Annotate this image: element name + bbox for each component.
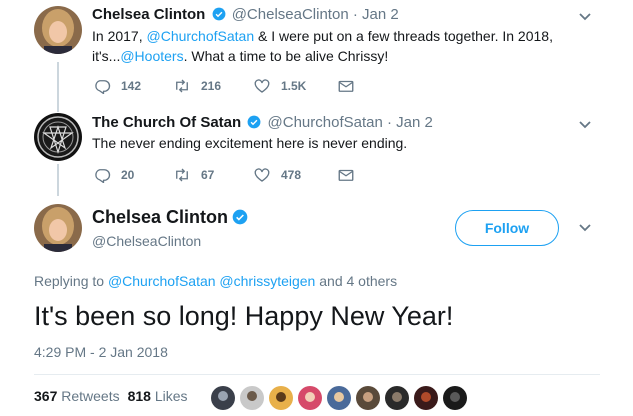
avatar[interactable] bbox=[34, 204, 82, 252]
likers-avatars bbox=[210, 385, 471, 411]
reply-button[interactable]: 142 bbox=[93, 78, 173, 94]
tweet-date[interactable]: Jan 2 bbox=[362, 6, 399, 23]
handle[interactable]: @ChelseaClinton bbox=[92, 233, 201, 249]
replying-mentions[interactable]: @ChurchofSatan @chrissyteigen bbox=[108, 273, 315, 289]
replying-to: Replying to @ChurchofSatan @chrissyteige… bbox=[34, 273, 397, 289]
liker-avatar[interactable] bbox=[384, 385, 410, 411]
like-button[interactable]: 478 bbox=[253, 167, 337, 183]
reply-icon bbox=[93, 78, 111, 94]
tweet-date[interactable]: Jan 2 bbox=[396, 114, 433, 131]
chevron-down-icon[interactable] bbox=[578, 12, 592, 22]
tweet-header: Chelsea Clinton @ChelseaClinton · Jan 2 bbox=[92, 6, 399, 23]
verified-badge-icon bbox=[232, 209, 248, 225]
thread-line bbox=[57, 62, 59, 112]
like-button[interactable]: 1.5K bbox=[253, 78, 337, 94]
reply-button[interactable]: 20 bbox=[93, 167, 173, 183]
retweet-icon bbox=[173, 78, 191, 94]
reply-count: 20 bbox=[121, 168, 135, 182]
liker-avatar[interactable] bbox=[326, 385, 352, 411]
envelope-icon bbox=[337, 78, 355, 94]
liker-avatar[interactable] bbox=[239, 385, 265, 411]
heart-icon bbox=[253, 78, 271, 94]
tweet-text-part: it's... bbox=[92, 48, 121, 64]
liker-avatar[interactable] bbox=[268, 385, 294, 411]
tweet-text: In 2017, @ChurchofSatan & I were put on … bbox=[92, 26, 572, 66]
tweet-text: The never ending excitement here is neve… bbox=[92, 135, 408, 151]
tweet-timestamp[interactable]: 4:29 PM - 2 Jan 2018 bbox=[34, 344, 168, 360]
retweets-stat[interactable]: 367 Retweets bbox=[34, 388, 120, 404]
handle[interactable]: @ChurchofSatan bbox=[268, 114, 383, 131]
liker-avatar[interactable] bbox=[442, 385, 468, 411]
reply-count: 142 bbox=[121, 79, 142, 93]
tweet-actions: 142 216 1.5K bbox=[93, 78, 355, 94]
retweets-count: 367 bbox=[34, 388, 58, 404]
tweet-actions: 20 67 478 bbox=[93, 167, 355, 183]
display-name[interactable]: The Church Of Satan bbox=[92, 114, 241, 131]
liker-avatar[interactable] bbox=[355, 385, 381, 411]
reply-icon bbox=[93, 167, 111, 183]
tweet-text-part: . What a time to be alive Chrissy! bbox=[183, 48, 389, 64]
display-name[interactable]: Chelsea Clinton bbox=[92, 6, 205, 23]
liker-avatar[interactable] bbox=[297, 385, 323, 411]
verified-badge-icon bbox=[247, 115, 261, 129]
chevron-down-icon[interactable] bbox=[578, 120, 592, 130]
verified-badge-icon bbox=[212, 7, 226, 21]
tweet-header: The Church Of Satan @ChurchofSatan · Jan… bbox=[92, 114, 433, 131]
replying-suffix[interactable]: and 4 others bbox=[315, 273, 397, 289]
like-count: 1.5K bbox=[281, 79, 307, 93]
likes-stat[interactable]: 818 Likes bbox=[128, 388, 188, 404]
retweet-count: 67 bbox=[201, 168, 215, 182]
likes-label: Likes bbox=[154, 388, 188, 404]
mention-link[interactable]: @ChurchofSatan bbox=[147, 28, 255, 44]
main-display-name[interactable]: Chelsea Clinton bbox=[92, 207, 250, 228]
tweet-text-part: In 2017, bbox=[92, 28, 147, 44]
direct-message-button[interactable] bbox=[337, 78, 355, 94]
separator-dot: · bbox=[387, 114, 392, 131]
like-count: 478 bbox=[281, 168, 302, 182]
replying-prefix: Replying to bbox=[34, 273, 108, 289]
follow-button[interactable]: Follow bbox=[455, 210, 559, 246]
liker-avatar[interactable] bbox=[413, 385, 439, 411]
retweet-button[interactable]: 67 bbox=[173, 167, 253, 183]
tweet-stats: 367 Retweets 818 Likes bbox=[34, 388, 188, 404]
retweet-button[interactable]: 216 bbox=[173, 78, 253, 94]
direct-message-button[interactable] bbox=[337, 167, 355, 183]
retweet-icon bbox=[173, 167, 191, 183]
handle[interactable]: @ChelseaClinton bbox=[232, 6, 349, 23]
display-name[interactable]: Chelsea Clinton bbox=[92, 207, 228, 227]
mention-link[interactable]: @Hooters bbox=[120, 48, 183, 64]
tweet-text-part: & I were put on a few threads together. … bbox=[254, 28, 553, 44]
retweets-label: Retweets bbox=[61, 388, 120, 404]
separator-dot: · bbox=[352, 6, 358, 23]
likes-count: 818 bbox=[127, 388, 151, 404]
liker-avatar[interactable] bbox=[210, 385, 236, 411]
chevron-down-icon[interactable] bbox=[578, 223, 592, 233]
avatar[interactable] bbox=[34, 113, 82, 161]
envelope-icon bbox=[337, 167, 355, 183]
main-tweet-text: It's been so long! Happy New Year! bbox=[34, 301, 454, 331]
avatar[interactable] bbox=[34, 6, 82, 54]
retweet-count: 216 bbox=[201, 79, 222, 93]
divider bbox=[34, 374, 600, 375]
thread-line bbox=[57, 164, 59, 196]
heart-icon bbox=[253, 167, 271, 183]
